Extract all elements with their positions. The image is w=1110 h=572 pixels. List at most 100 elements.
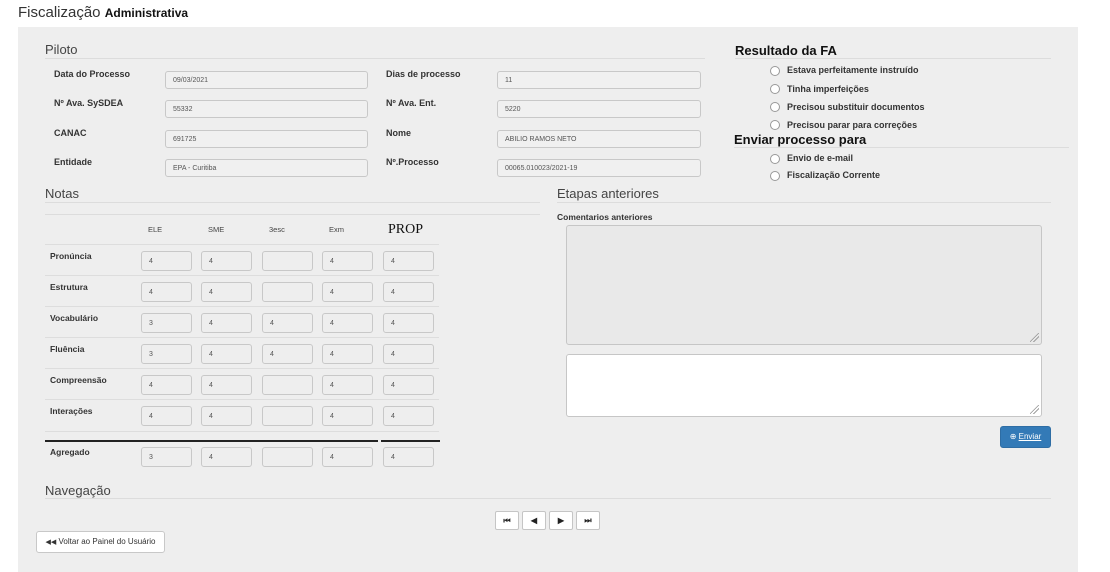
grade-cell[interactable]: 4 [322, 313, 373, 333]
radio-fiscalizacao-corrente[interactable] [770, 171, 780, 181]
n-ava-ent-field[interactable]: 5220 [497, 100, 701, 118]
grade-cell[interactable]: 4 [322, 406, 373, 426]
grade-cell[interactable]: 4 [201, 344, 252, 364]
section-divider [45, 58, 705, 59]
data-processo-field[interactable]: 09/03/2021 [165, 71, 368, 89]
resize-grip-icon[interactable] [1030, 405, 1039, 414]
aggregate-cell[interactable]: 4 [383, 447, 434, 467]
canac-field[interactable]: 691725 [165, 130, 368, 148]
grade-cell[interactable]: 4 [141, 406, 192, 426]
grade-cell[interactable]: 4 [141, 251, 192, 271]
previous-page-button[interactable]: ◀ [522, 511, 546, 530]
grade-cell[interactable] [262, 282, 313, 302]
grade-cell[interactable]: 4 [383, 313, 434, 333]
row-label-estrutura: Estrutura [50, 282, 88, 292]
page-title-text: Fiscalização [18, 4, 101, 21]
grade-cell[interactable] [262, 251, 313, 271]
data-processo-label: Data do Processo [54, 69, 131, 79]
first-page-button[interactable]: ⏮ [495, 511, 519, 530]
grade-cell[interactable]: 4 [322, 344, 373, 364]
radio-parar-correcoes[interactable] [770, 120, 780, 130]
new-comment-textarea[interactable] [566, 354, 1042, 417]
grade-cell[interactable]: 4 [383, 251, 434, 271]
grade-cell[interactable]: 4 [262, 313, 313, 333]
column-header-prop: PROP [388, 222, 424, 237]
grade-cell[interactable]: 4 [383, 406, 434, 426]
back-to-dashboard-button[interactable]: ◀◀ Voltar ao Painel do Usuário [36, 531, 165, 553]
option-label: Precisou parar para correções [787, 120, 918, 130]
column-header-sme: SME [208, 225, 225, 234]
grade-cell[interactable]: 4 [201, 313, 252, 333]
next-page-icon: ▶ [557, 516, 565, 525]
row-label-vocabulario: Vocabulário [50, 313, 99, 323]
grade-cell[interactable]: 4 [141, 375, 192, 395]
entidade-label: Entidade [54, 157, 93, 167]
section-divider [45, 202, 540, 203]
row-label-pronuncia: Pronúncia [50, 251, 92, 261]
radio-perfeitamente-instruido[interactable] [770, 66, 780, 76]
grade-cell[interactable]: 4 [322, 282, 373, 302]
row-label-agregado: Agregado [50, 447, 90, 457]
section-title-notas: Notas [45, 186, 79, 201]
section-divider [735, 58, 1051, 59]
last-page-button[interactable]: ⏭ [576, 511, 600, 530]
radio-tinha-imperfeicoes[interactable] [770, 84, 780, 94]
last-page-icon: ⏭ [584, 516, 592, 525]
grade-cell[interactable]: 3 [141, 344, 192, 364]
option-label: Envio de e-mail [787, 153, 854, 163]
canac-label: CANAC [54, 128, 87, 138]
n-ava-sysdea-field[interactable]: 55332 [165, 100, 368, 118]
grade-cell[interactable]: 4 [383, 375, 434, 395]
grade-cell[interactable]: 4 [201, 282, 252, 302]
aggregate-cell[interactable] [262, 447, 313, 467]
enviar-processo-title: Enviar processo para [734, 132, 867, 147]
section-divider [45, 498, 1051, 499]
aggregate-cell[interactable]: 3 [141, 447, 192, 467]
nome-field[interactable]: ABILIO RAMOS NETO [497, 130, 701, 148]
section-divider [45, 214, 540, 215]
grade-cell[interactable] [262, 375, 313, 395]
n-ava-sysdea-label: Nº Ava. SySDEA [54, 98, 124, 108]
row-separator [45, 399, 439, 400]
entidade-field[interactable]: EPA - Curitiba [165, 159, 368, 177]
grade-cell[interactable]: 4 [383, 282, 434, 302]
grade-cell[interactable]: 4 [201, 375, 252, 395]
radio-substituir-documentos[interactable] [770, 102, 780, 112]
radio-envio-email[interactable] [770, 154, 780, 164]
previous-comments-textarea[interactable] [566, 225, 1042, 345]
row-separator [45, 431, 439, 432]
dias-processo-field[interactable]: 11 [497, 71, 701, 89]
first-page-icon: ⏮ [503, 516, 511, 525]
grade-cell[interactable] [262, 406, 313, 426]
grade-cell[interactable]: 4 [322, 375, 373, 395]
grade-cell[interactable]: 4 [383, 344, 434, 364]
grade-cell[interactable]: 4 [141, 282, 192, 302]
grade-cell[interactable]: 4 [322, 251, 373, 271]
grade-cell[interactable]: 4 [201, 251, 252, 271]
resize-grip-icon[interactable] [1030, 333, 1039, 342]
row-separator [45, 337, 439, 338]
grade-cell[interactable]: 3 [141, 313, 192, 333]
row-separator [45, 368, 439, 369]
grade-cell[interactable]: 4 [201, 406, 252, 426]
aggregate-divider [381, 440, 440, 442]
column-header-exm: Exm [329, 225, 344, 234]
aggregate-cell[interactable]: 4 [201, 447, 252, 467]
section-divider [734, 147, 1069, 148]
aggregate-divider [45, 440, 378, 442]
section-divider [557, 202, 1051, 203]
next-page-button[interactable]: ▶ [549, 511, 573, 530]
n-processo-label: Nº.Processo [386, 157, 439, 167]
option-label: Estava perfeitamente instruído [787, 65, 919, 75]
grade-cell[interactable]: 4 [262, 344, 313, 364]
nome-label: Nome [386, 128, 412, 138]
previous-page-icon: ◀ [530, 516, 538, 525]
aggregate-cell[interactable]: 4 [322, 447, 373, 467]
n-processo-field[interactable]: 00065.010023/2021-19 [497, 159, 701, 177]
row-separator [45, 306, 439, 307]
send-button[interactable]: ⊕ Enviar [1000, 426, 1051, 448]
row-label-interacoes: Interações [50, 406, 93, 416]
option-label: Fiscalização Corrente [787, 170, 881, 180]
comments-label: Comentarios anteriores [557, 212, 653, 222]
resultado-title: Resultado da FA [735, 43, 837, 58]
